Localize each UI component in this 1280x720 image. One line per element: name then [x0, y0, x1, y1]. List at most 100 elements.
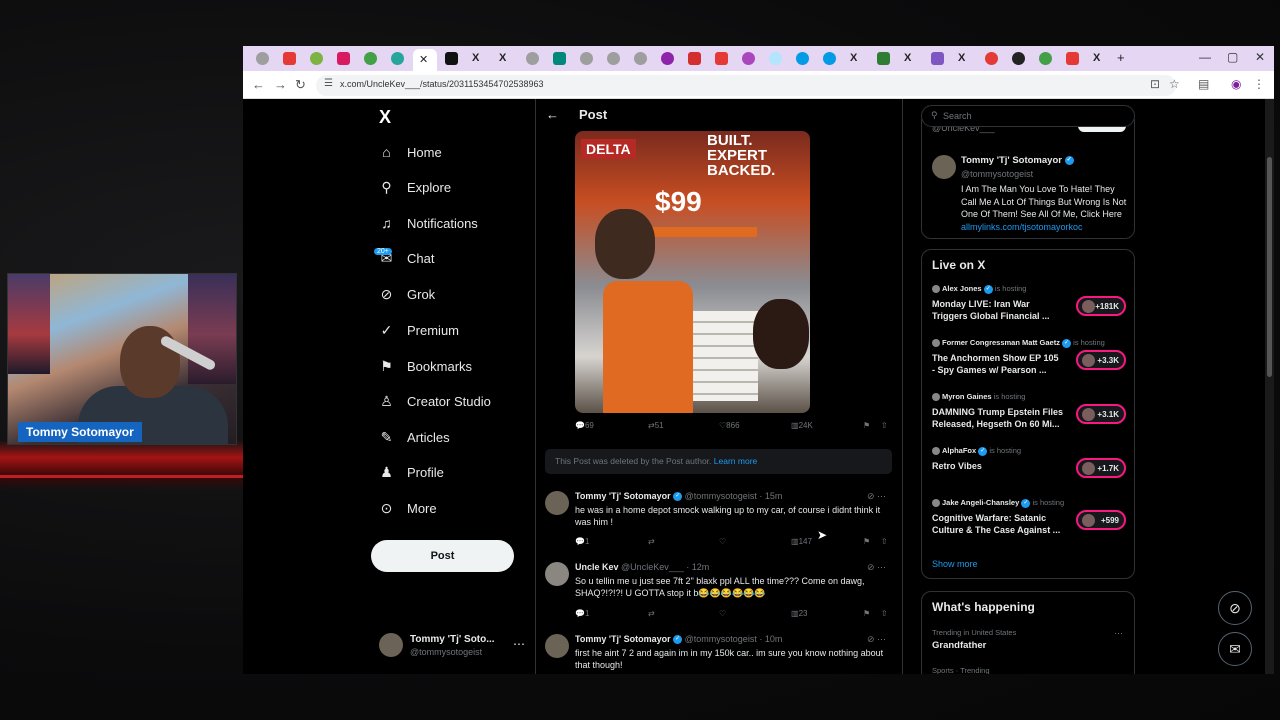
- profile-icon[interactable]: ◉: [1231, 77, 1241, 91]
- star-icon[interactable]: ☆: [1169, 77, 1180, 91]
- tab-favicon[interactable]: [364, 52, 377, 65]
- views-button[interactable]: ▥ 147: [791, 537, 812, 546]
- avatar[interactable]: [545, 562, 569, 586]
- reply-button[interactable]: 💬 1: [575, 609, 589, 618]
- back-icon[interactable]: ←: [252, 77, 265, 92]
- repost-button[interactable]: ⇄ 51: [648, 421, 664, 430]
- tab-favicon[interactable]: [391, 52, 404, 65]
- tab-favicon[interactable]: [742, 52, 755, 65]
- more-dots-icon[interactable]: ⊘ ⋯: [867, 491, 886, 502]
- bookmark-icon[interactable]: ⚑: [863, 537, 870, 546]
- tab-favicon[interactable]: [607, 52, 620, 65]
- trend-name[interactable]: Grandfather: [932, 640, 986, 651]
- live-listener-count[interactable]: +599: [1076, 510, 1126, 530]
- reload-icon[interactable]: ↻: [295, 77, 306, 93]
- avatar[interactable]: [545, 634, 569, 658]
- views-button[interactable]: ▥ 24K: [791, 421, 813, 430]
- tab-instagram[interactable]: [337, 52, 350, 65]
- close-icon[interactable]: ✕: [419, 53, 428, 67]
- tab-favicon[interactable]: [553, 52, 566, 65]
- tab-favicon[interactable]: [931, 52, 944, 65]
- like-button[interactable]: ♡ 866: [719, 421, 740, 430]
- tab-favicon[interactable]: [1039, 52, 1052, 65]
- sidebar-item-home[interactable]: ⌂ Home: [379, 141, 441, 163]
- tab-active[interactable]: ✕: [413, 49, 437, 71]
- back-arrow-icon[interactable]: ←: [546, 107, 559, 122]
- show-more-link[interactable]: Show more: [932, 559, 978, 569]
- sidebar-item-profile[interactable]: ♟ Profile: [379, 461, 444, 483]
- tab-gmail[interactable]: [688, 52, 701, 65]
- like-button[interactable]: ♡: [719, 609, 726, 618]
- tab-favicon[interactable]: [634, 52, 647, 65]
- reply-author[interactable]: Uncle Kev: [575, 562, 619, 572]
- live-listener-count[interactable]: +3.3K: [1076, 350, 1126, 370]
- grok-icon[interactable]: ⊘: [1218, 591, 1252, 625]
- live-item[interactable]: Alex Jones ✓ is hosting Monday LIVE: Ira…: [932, 284, 1128, 328]
- more-dots-icon[interactable]: ⋯: [513, 637, 525, 651]
- bookmark-icon[interactable]: ⚑: [863, 609, 870, 618]
- tab-favicon[interactable]: [661, 52, 674, 65]
- live-item[interactable]: Former Congressman Matt Gaetz ✓ is hosti…: [932, 338, 1128, 382]
- post-photo[interactable]: DELTA BUILT. EXPERT BACKED. $99: [575, 131, 810, 413]
- tab-youtube[interactable]: [715, 52, 728, 65]
- page-scrollbar[interactable]: [1265, 99, 1274, 674]
- tab-youtube[interactable]: [1066, 52, 1079, 65]
- scrollbar-thumb[interactable]: [1267, 157, 1272, 377]
- new-tab-button[interactable]: +: [1117, 51, 1125, 65]
- tab-favicon[interactable]: [256, 52, 269, 65]
- search-input[interactable]: ⚲ Search: [921, 105, 1135, 127]
- tab-x[interactable]: X: [472, 51, 479, 65]
- sidebar-item-bookmarks[interactable]: ⚑ Bookmarks: [379, 355, 472, 377]
- tab-telegram[interactable]: [796, 52, 809, 65]
- site-info-icon[interactable]: ☰: [324, 78, 333, 89]
- sidebar-item-notifications[interactable]: ♫ Notifications: [379, 212, 478, 234]
- tab-favicon[interactable]: [310, 52, 323, 65]
- sidebar-item-creator-studio[interactable]: ♙ Creator Studio: [379, 390, 491, 412]
- address-bar[interactable]: ☰ x.com/UncleKev___/status/2031153454702…: [316, 75, 1176, 96]
- reply-author[interactable]: Tommy 'Tj' Sotomayor: [575, 634, 671, 644]
- share-icon[interactable]: ⇧: [881, 421, 888, 430]
- share-icon[interactable]: ⇧: [881, 609, 888, 618]
- tab-favicon[interactable]: [985, 52, 998, 65]
- profile-link[interactable]: allmylinks.com/tjsotomayorkoc: [961, 222, 1083, 232]
- live-item[interactable]: Jake Angeli-Chansley ✓ is hosting Cognit…: [932, 498, 1128, 542]
- reply-button[interactable]: 💬 1: [575, 537, 589, 546]
- post-button[interactable]: Post: [371, 540, 514, 572]
- live-listener-count[interactable]: +3.1K: [1076, 404, 1126, 424]
- profile-name[interactable]: Tommy 'Tj' Sotomayor ✓: [961, 155, 1074, 166]
- sidebar-item-more[interactable]: ⊙ More: [379, 497, 437, 519]
- more-dots-icon[interactable]: ⊘ ⋯: [867, 562, 886, 573]
- avatar[interactable]: [932, 155, 956, 179]
- live-listener-count[interactable]: +181K: [1076, 296, 1126, 316]
- bookmark-icon[interactable]: ⚑: [863, 421, 870, 430]
- tab-telegram[interactable]: [823, 52, 836, 65]
- x-logo[interactable]: X: [379, 107, 391, 128]
- account-switcher[interactable]: Tommy 'Tj' Soto... @tommysotogeist ⋯: [379, 633, 529, 659]
- repost-button[interactable]: ⇄: [648, 609, 655, 618]
- tab-x[interactable]: X: [958, 51, 965, 65]
- tab-favicon[interactable]: [526, 52, 539, 65]
- tab-x[interactable]: X: [904, 51, 911, 65]
- tab-youtube[interactable]: [283, 52, 296, 65]
- views-button[interactable]: ▥ 23: [791, 609, 807, 618]
- tab-kick[interactable]: [877, 52, 890, 65]
- live-item[interactable]: AlphaFox ✓ is hosting Retro Vibes +1.7K: [932, 446, 1128, 490]
- reply-author[interactable]: Tommy 'Tj' Sotomayor: [575, 491, 671, 501]
- share-icon[interactable]: ⇧: [881, 537, 888, 546]
- live-listener-count[interactable]: +1.7K: [1076, 458, 1126, 478]
- live-item[interactable]: Myron Gaines is hosting DAMNING Trump Ep…: [932, 392, 1128, 436]
- sidepanel-icon[interactable]: ▤: [1198, 77, 1209, 91]
- sidebar-item-explore[interactable]: ⚲ Explore: [379, 176, 451, 198]
- tab-favicon[interactable]: [1012, 52, 1025, 65]
- reply-button[interactable]: 💬 69: [575, 421, 594, 430]
- minimize-icon[interactable]: —: [1199, 50, 1211, 64]
- maximize-icon[interactable]: ▢: [1227, 50, 1238, 64]
- sidebar-item-articles[interactable]: ✎ Articles: [379, 426, 450, 448]
- avatar[interactable]: [545, 491, 569, 515]
- tab-x[interactable]: X: [499, 51, 506, 65]
- messages-icon[interactable]: ✉: [1218, 632, 1252, 666]
- menu-icon[interactable]: ⋮: [1253, 77, 1265, 91]
- sidebar-item-premium[interactable]: ✓ Premium: [379, 319, 459, 341]
- sidebar-item-grok[interactable]: ⊘ Grok: [379, 283, 436, 305]
- tab-x[interactable]: X: [1093, 51, 1100, 65]
